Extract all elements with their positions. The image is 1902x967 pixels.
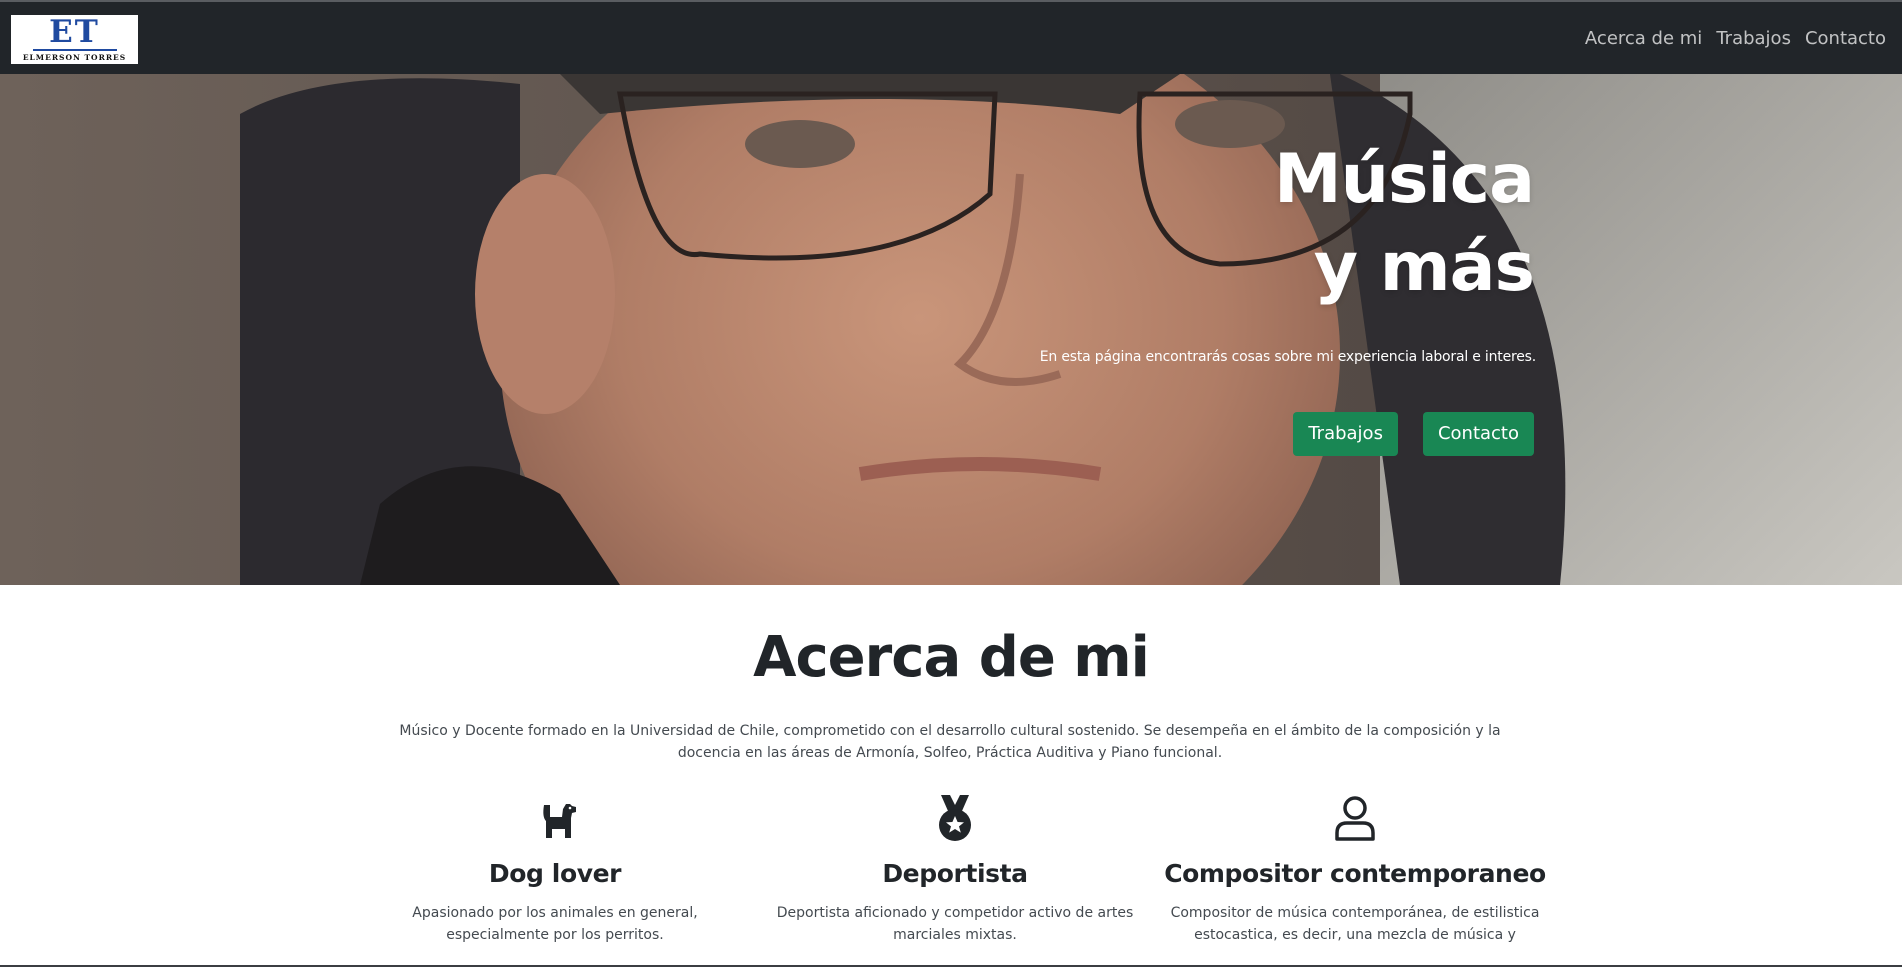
hero-photo [0,74,1902,585]
nav-links: Acerca de mi Trabajos Contacto [1571,2,1886,74]
hero-title: Música y más [1273,136,1535,312]
feature-title: Dog lover [488,859,622,888]
nav-link-acerca[interactable]: Acerca de mi [1585,28,1702,49]
feature-compositor: Compositor contemporaneo Compositor de m… [1155,793,1555,946]
trabajos-button[interactable]: Trabajos [1293,412,1398,456]
about-text: Músico y Docente formado en la Universid… [399,723,1501,761]
contacto-button[interactable]: Contacto [1422,412,1534,456]
hero-section: Música y más En esta página encontrarás … [0,74,1902,585]
feature-text: Compositor de música contemporánea, de e… [1170,905,1540,943]
nav-link-trabajos[interactable]: Trabajos [1716,28,1791,49]
hero-title-line1: Música [1273,140,1535,219]
user-icon [1335,796,1375,841]
hero-title-line2: y más [1313,228,1535,307]
dog-icon [543,804,576,838]
nav-link-contacto[interactable]: Contacto [1805,28,1886,49]
feature-title: Compositor contemporaneo [1164,859,1546,888]
navbar: ET ELMERSON TORRES Acerca de mi Trabajos… [0,0,1902,74]
feature-title: Deportista [882,859,1028,888]
logo-mark: ET [49,15,100,50]
brand-logo[interactable]: ET ELMERSON TORRES [11,15,138,64]
about-title: Acerca de mi [753,625,1150,690]
hero-subtitle: En esta página encontrarás cosas sobre m… [1039,349,1536,365]
logo-name: ELMERSON TORRES [22,53,127,62]
feature-dog-lover: Dog lover Apasionado por los animales en… [355,793,755,946]
feature-text: Apasionado por los animales en general, … [412,905,698,943]
medal-icon [939,795,971,841]
feature-deportista: Deportista Deportista aficionado y compe… [755,793,1155,946]
feature-text: Deportista aficionado y competidor activ… [776,905,1134,943]
hero-buttons: Trabajos Contacto [1268,412,1534,456]
features: Dog lover Apasionado por los animales en… [355,793,1555,967]
